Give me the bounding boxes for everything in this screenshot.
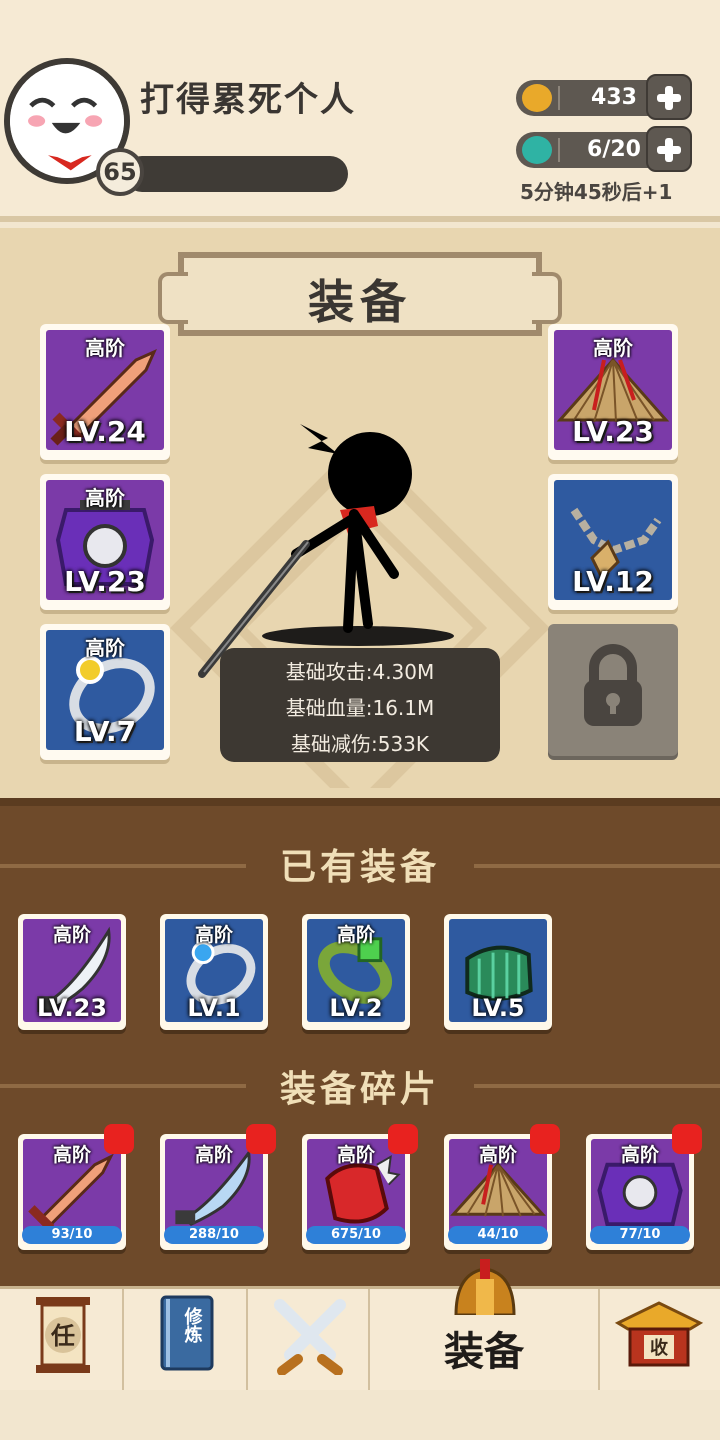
fragment-progress: 44/10 [448,1226,548,1244]
fragment-progress: 288/10 [164,1226,264,1244]
item-level: LV.2 [329,994,383,1022]
fragment-item[interactable]: 高阶 288/10 [160,1124,276,1250]
item-level: LV.12 [572,565,654,598]
page-title: 装备 [308,275,412,329]
fragment-progress: 675/10 [306,1226,406,1244]
energy-drop-icon [522,136,552,164]
equipment-panel: 装备 高阶 LV.24 高阶 LV.23 高阶 LV.7 高阶 LV.23 LV… [0,228,720,798]
player-level-badge: 65 [96,148,144,196]
tab-equipment[interactable]: 装备 [370,1259,600,1393]
item-grade: 高阶 [85,636,125,660]
owned-equipment-title: 已有装备 [279,847,440,888]
notification-dot [672,1124,702,1154]
owned-item[interactable]: 高阶 LV.1 [160,914,268,1030]
fragment-progress: 93/10 [22,1226,122,1244]
fragment-item[interactable]: 高阶 77/10 [586,1124,702,1250]
notification-dot [388,1124,418,1154]
tab-tasks[interactable]: 任 [0,1289,124,1393]
hat-slot[interactable]: 高阶 LV.23 [548,324,678,460]
task-scroll-icon: 任 [36,1297,90,1373]
fragment-item[interactable]: 高阶 675/10 [302,1124,418,1250]
coin-icon [522,84,552,112]
experience-bar [124,156,348,192]
bottom-spacer [0,1390,720,1440]
locked-slot[interactable] [548,624,678,756]
owned-item[interactable]: LV.5 [444,914,552,1030]
crossed-swords-icon [274,1299,346,1375]
lock-icon [584,644,642,726]
owned-item[interactable]: 高阶 LV.2 [302,914,410,1030]
item-grade: 高阶 [194,924,233,946]
item-level: LV.24 [64,415,146,448]
fragment-item[interactable]: 高阶 93/10 [18,1124,134,1250]
base-damage-reduction: 基础减伤:533K [290,732,430,756]
equipment-fragments-title: 装备碎片 [279,1069,440,1110]
tab-collection[interactable]: 收 [600,1289,720,1393]
item-level: LV.23 [572,415,654,448]
owned-item[interactable]: 高阶 LV.23 [18,914,126,1030]
item-grade: 高阶 [85,336,125,360]
inventory-panel: 已有装备 高阶 LV.23 高阶 LV.1 高阶 LV.2 LV.5 装备碎片 … [0,798,720,1286]
notification-dot [104,1124,134,1154]
item-level: LV.1 [187,994,241,1022]
tab-equipment-label: 装备 [444,1329,524,1375]
necklace-slot[interactable]: LV.12 [548,474,678,610]
ring-slot[interactable]: 高阶 LV.7 [40,624,170,760]
item-level: LV.5 [471,994,525,1022]
add-coins-button[interactable] [646,74,692,120]
player-name: 打得累死个人 [140,80,356,120]
helmet-icon [454,1259,516,1315]
equipment-title-plaque: 装备 [158,252,562,336]
base-stats-panel: 基础攻击:4.30M 基础血量:16.1M 基础减伤:533K [220,648,500,762]
base-hp: 基础血量:16.1M [285,696,435,720]
item-grade: 高阶 [52,924,91,946]
tab-battle[interactable] [248,1289,370,1393]
tab-training[interactable]: 修炼 [124,1289,248,1393]
bottom-navigation: 任 修炼 装备 收 [0,1259,720,1393]
base-attack: 基础攻击:4.30M [285,660,435,684]
item-level: LV.23 [64,565,146,598]
fragment-item[interactable]: 高阶 44/10 [444,1124,560,1250]
add-energy-button[interactable] [646,126,692,172]
weapon-slot[interactable]: 高阶 LV.24 [40,324,170,460]
fragment-progress: 77/10 [590,1226,690,1244]
notification-dot [530,1124,560,1154]
item-level: LV.23 [37,994,107,1022]
item-level: LV.7 [73,715,137,748]
training-glyph: 修炼 [182,1306,204,1344]
collection-glyph: 收 [650,1337,668,1359]
item-grade: 高阶 [85,486,125,510]
notification-dot [246,1124,276,1154]
armor-slot[interactable]: 高阶 LV.23 [40,474,170,610]
shop-pavilion-icon: 收 [614,1301,704,1367]
tasks-glyph: 任 [50,1322,75,1350]
item-grade: 高阶 [336,924,375,946]
top-header: 65 打得累死个人 433 6/20 5分钟45秒后+1 [0,0,720,222]
energy-refill-timer: 5分钟45秒后+1 [520,180,673,204]
training-book-icon: 修炼 [160,1295,214,1371]
item-grade: 高阶 [593,336,633,360]
